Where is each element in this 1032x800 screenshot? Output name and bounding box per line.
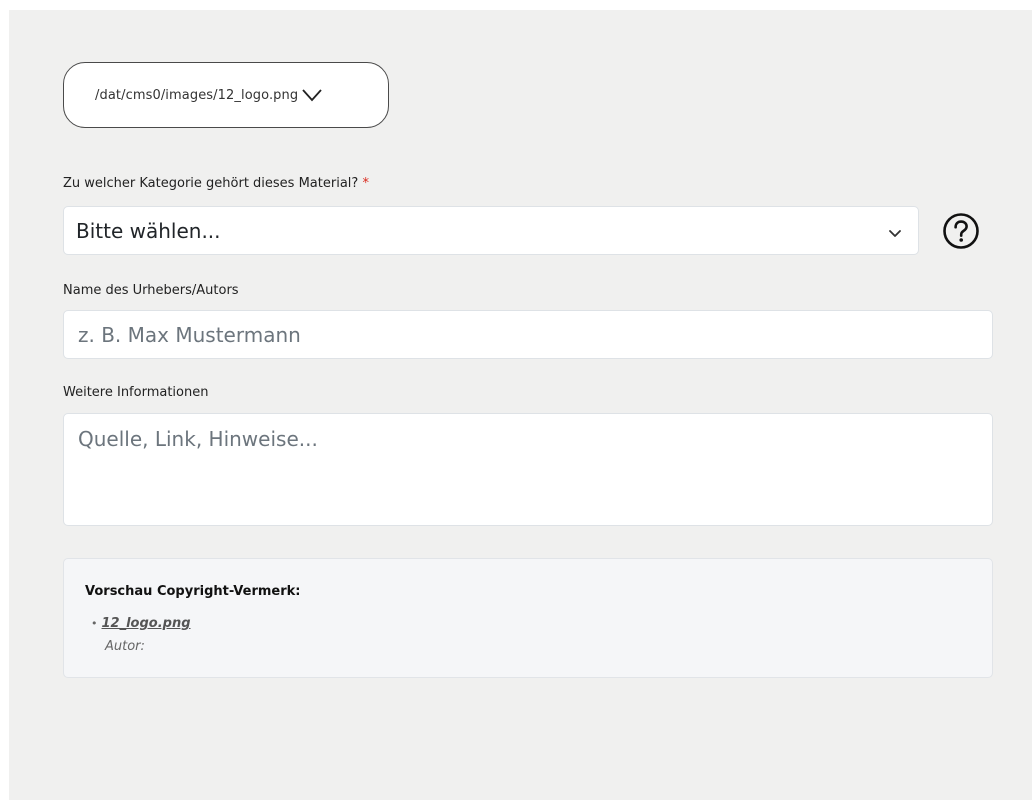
file-path-text: /dat/cms0/images/12_logo.png [95, 87, 299, 103]
author-label: Name des Urhebers/Autors [63, 283, 239, 298]
bullet: • [91, 617, 98, 630]
chevron-down-icon [888, 225, 902, 237]
list-item: • 12_logo.png [91, 616, 191, 631]
info-label: Weitere Informationen [63, 385, 209, 400]
category-label: Zu welcher Kategorie gehört dieses Mater… [63, 176, 369, 191]
category-select[interactable]: Bitte wählen... [63, 206, 919, 255]
form-panel [9, 10, 1032, 800]
preview-file-link[interactable]: 12_logo.png [102, 616, 191, 631]
required-marker: * [362, 176, 369, 191]
preview-author-label: Autor: [105, 639, 145, 654]
copyright-preview: Vorschau Copyright-Vermerk: • 12_logo.png… [63, 558, 993, 678]
preview-title: Vorschau Copyright-Vermerk: [85, 584, 301, 599]
category-select-value: Bitte wählen... [76, 218, 221, 243]
chevron-down-icon [302, 88, 322, 102]
info-textarea[interactable] [63, 413, 993, 526]
category-label-text: Zu welcher Kategorie gehört dieses Mater… [63, 176, 359, 191]
file-path-dropdown[interactable]: /dat/cms0/images/12_logo.png [63, 62, 389, 128]
author-input[interactable] [63, 310, 993, 359]
question-circle-icon[interactable] [942, 212, 980, 250]
